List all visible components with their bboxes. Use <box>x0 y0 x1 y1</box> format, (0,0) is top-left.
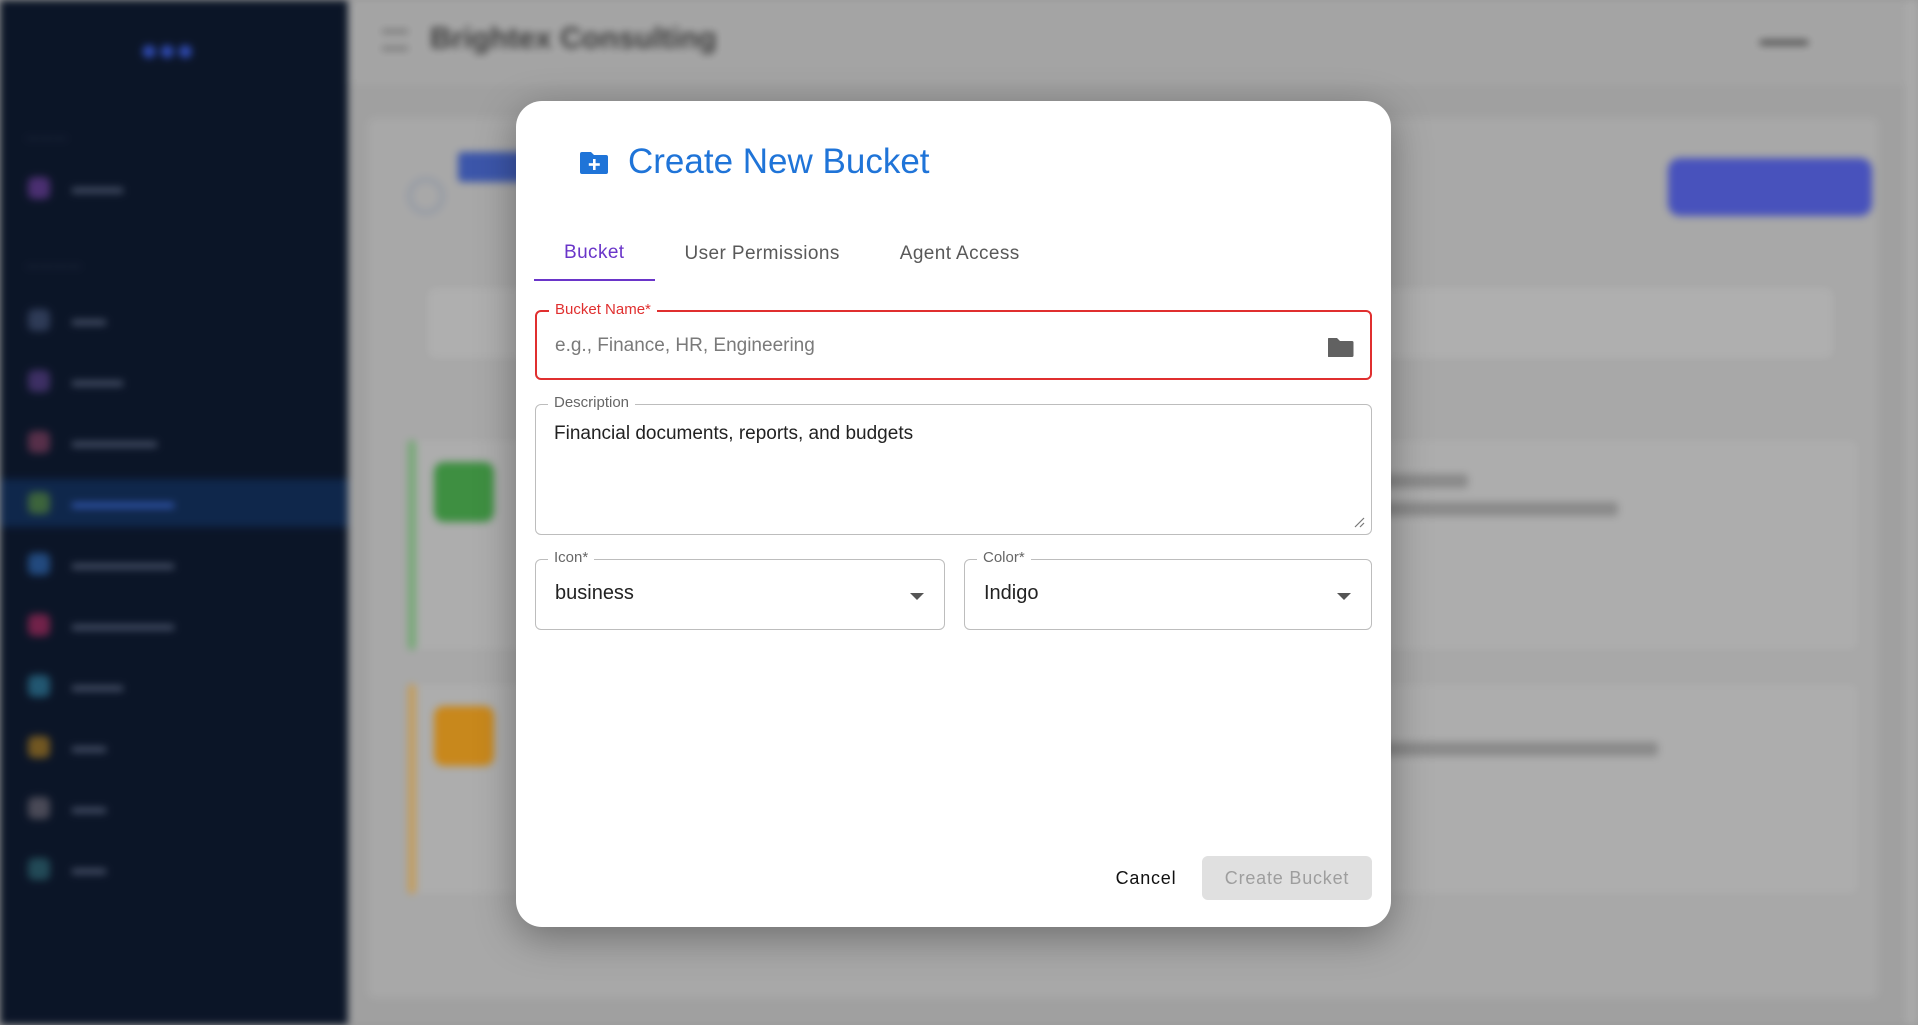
description-field: Description Financial documents, reports… <box>535 394 1372 535</box>
description-label: Description <box>548 394 636 411</box>
resize-handle-icon[interactable] <box>1353 516 1365 528</box>
dialog-tabs: Bucket User Permissions Agent Access <box>534 227 1050 281</box>
chevron-down-icon <box>910 593 924 600</box>
cancel-button[interactable]: Cancel <box>1088 856 1204 900</box>
create-bucket-button[interactable]: Create Bucket <box>1202 856 1372 900</box>
description-textarea[interactable]: Financial documents, reports, and budget… <box>554 423 1344 518</box>
color-select-value: Indigo <box>984 582 1039 604</box>
color-select[interactable]: Color* Indigo <box>964 549 1372 630</box>
dialog-title: Create New Bucket <box>580 137 930 187</box>
icon-select-label: Icon* <box>548 549 595 566</box>
icon-select[interactable]: Icon* business <box>535 549 945 630</box>
dialog-title-text: Create New Bucket <box>628 142 930 181</box>
create-bucket-dialog: Create New Bucket Bucket User Permission… <box>516 101 1391 927</box>
tab-user-permissions[interactable]: User Permissions <box>655 227 870 281</box>
folder-icon <box>1328 338 1354 357</box>
color-select-label: Color* <box>977 549 1031 566</box>
create-folder-icon <box>580 152 608 174</box>
bucket-name-input[interactable] <box>555 332 1315 360</box>
bucket-name-field: Bucket Name* <box>535 301 1372 380</box>
chevron-down-icon <box>1337 593 1351 600</box>
icon-select-value: business <box>555 582 634 604</box>
bucket-name-label: Bucket Name* <box>549 301 657 318</box>
tab-agent-access[interactable]: Agent Access <box>870 227 1050 281</box>
tab-bucket[interactable]: Bucket <box>534 227 655 281</box>
